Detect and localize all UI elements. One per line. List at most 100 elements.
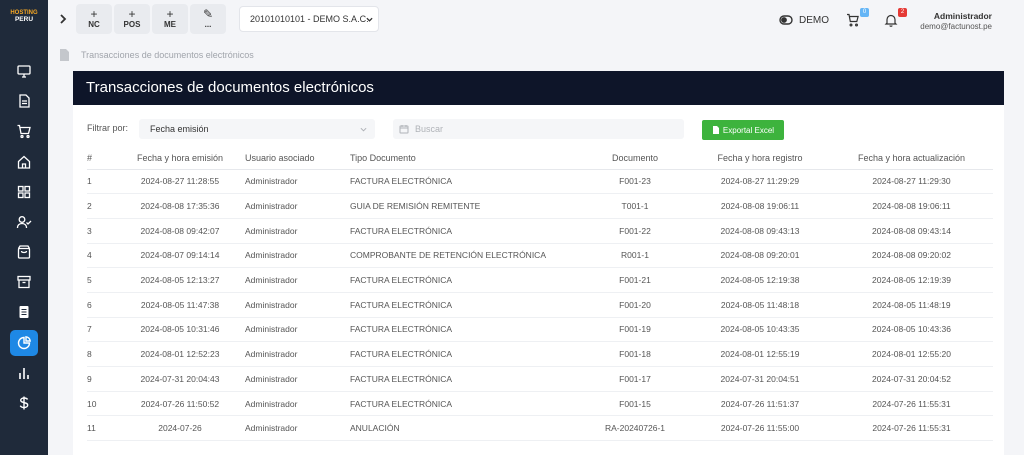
breadcrumb-text: Transacciones de documentos electrónicos xyxy=(81,50,254,60)
sidebar-item-finance[interactable] xyxy=(10,390,38,416)
cell-number: 7 xyxy=(87,317,115,343)
document-icon xyxy=(19,94,30,108)
cell-issue-date: 2024-08-05 10:31:46 xyxy=(115,317,245,343)
chevron-down-icon xyxy=(366,17,373,22)
demo-label: DEMO xyxy=(799,14,829,26)
cell-issue-date: 2024-08-27 11:28:55 xyxy=(115,169,245,195)
sidebar-item-catalog[interactable] xyxy=(10,179,38,205)
cell-number: 1 xyxy=(87,169,115,195)
sidebar-item-home[interactable] xyxy=(10,149,38,175)
filter-select[interactable]: Fecha emisión xyxy=(139,119,375,139)
cell-doc-type: FACTURA ELECTRÓNICA xyxy=(350,292,580,318)
export-excel-label: Exportal Excel xyxy=(722,125,775,135)
filter-selected-value: Fecha emisión xyxy=(150,124,209,134)
cell-document: R001-1 xyxy=(580,243,690,269)
table-row[interactable]: 9 2024-07-31 20:04:43 Administrador FACT… xyxy=(87,366,993,392)
cell-updated: 2024-07-31 20:04:52 xyxy=(830,366,993,392)
new-me-button[interactable]: + ME xyxy=(152,4,188,34)
cell-doc-type: FACTURA ELECTRÓNICA xyxy=(350,169,580,195)
chevron-right-icon[interactable] xyxy=(56,12,70,26)
new-credit-note-button[interactable]: + NC xyxy=(76,4,112,34)
export-excel-button[interactable]: Exportal Excel xyxy=(702,120,784,140)
plus-icon: + xyxy=(128,7,136,21)
home-icon xyxy=(17,155,31,169)
toggle-icon xyxy=(779,15,793,25)
column-header-registered: Fecha y hora registro xyxy=(690,147,830,170)
user-menu[interactable]: Administrador demo@factunost.pe xyxy=(920,11,992,31)
transactions-card: Transacciones de documentos electrónicos… xyxy=(73,71,1004,455)
cell-number: 8 xyxy=(87,341,115,367)
file-excel-icon xyxy=(712,126,719,134)
user-name: Administrador xyxy=(933,11,992,21)
brand-logo[interactable]: HOSTING PERU xyxy=(4,10,44,32)
monitor-icon xyxy=(17,65,31,78)
table-row[interactable]: 2 2024-08-08 17:35:36 Administrador GUIA… xyxy=(87,193,993,219)
cell-user: Administrador xyxy=(245,391,350,417)
column-header-user: Usuario asociado xyxy=(245,147,350,170)
cell-document: F001-18 xyxy=(580,341,690,367)
chevron-down-icon xyxy=(360,127,367,132)
calendar-icon xyxy=(399,125,409,134)
table-row[interactable]: 5 2024-08-05 12:13:27 Administrador FACT… xyxy=(87,267,993,293)
cell-user: Administrador xyxy=(245,193,350,219)
bar-chart-icon xyxy=(19,368,29,379)
cell-number: 11 xyxy=(87,415,115,442)
cart-icon[interactable] xyxy=(846,13,860,27)
sidebar-item-dashboard[interactable] xyxy=(10,58,38,84)
cell-user: Administrador xyxy=(245,415,350,442)
sidebar-item-statistics[interactable] xyxy=(10,360,38,386)
transactions-table: # Fecha y hora emisión Usuario asociado … xyxy=(87,147,993,442)
cell-registered: 2024-08-05 10:43:35 xyxy=(690,317,830,343)
cell-registered: 2024-08-08 09:20:01 xyxy=(690,243,830,269)
sidebar-item-documents[interactable] xyxy=(10,88,38,114)
column-header-doc-type: Tipo Documento xyxy=(350,147,580,170)
card-header: Transacciones de documentos electrónicos xyxy=(73,71,1004,105)
search-input[interactable] xyxy=(415,119,675,139)
cell-number: 6 xyxy=(87,292,115,318)
cell-registered: 2024-07-26 11:55:00 xyxy=(690,415,830,442)
table-row[interactable]: 1 2024-08-27 11:28:55 Administrador FACT… xyxy=(87,169,993,195)
sidebar-item-clients[interactable] xyxy=(10,209,38,235)
cell-registered: 2024-08-08 09:43:13 xyxy=(690,218,830,244)
new-pos-button[interactable]: + POS xyxy=(114,4,150,34)
cell-issue-date: 2024-07-26 xyxy=(115,415,245,442)
cell-number: 4 xyxy=(87,243,115,269)
cell-updated: 2024-08-08 19:06:11 xyxy=(830,193,993,219)
table-row[interactable]: 6 2024-08-05 11:47:38 Administrador FACT… xyxy=(87,292,993,318)
filter-label: Filtrar por: xyxy=(87,123,129,133)
table-row[interactable]: 3 2024-08-08 09:42:07 Administrador FACT… xyxy=(87,218,993,244)
cell-number: 5 xyxy=(87,267,115,293)
table-row[interactable]: 11 2024-07-26 Administrador ANULACIÓN RA… xyxy=(87,415,993,442)
column-header-document: Documento xyxy=(580,147,690,170)
bag-icon xyxy=(17,245,31,259)
company-selector[interactable]: 20101010101 - DEMO S.A.C. xyxy=(239,6,379,32)
cell-issue-date: 2024-08-07 09:14:14 xyxy=(115,243,245,269)
cell-doc-type: FACTURA ELECTRÓNICA xyxy=(350,341,580,367)
cell-issue-date: 2024-08-08 09:42:07 xyxy=(115,218,245,244)
demo-mode-toggle[interactable]: DEMO xyxy=(779,13,829,27)
cart-badge: 0 xyxy=(860,8,869,17)
cell-document: F001-19 xyxy=(580,317,690,343)
sidebar-item-transactions[interactable] xyxy=(10,330,38,356)
notification-badge: 2 xyxy=(898,8,907,17)
button-label: NC xyxy=(88,20,100,29)
cell-issue-date: 2024-08-05 12:13:27 xyxy=(115,267,245,293)
cell-updated: 2024-08-08 09:43:14 xyxy=(830,218,993,244)
cell-user: Administrador xyxy=(245,267,350,293)
sidebar-item-reports[interactable] xyxy=(10,299,38,325)
table-row[interactable]: 4 2024-08-07 09:14:14 Administrador COMP… xyxy=(87,243,993,269)
table-row[interactable]: 7 2024-08-05 10:31:46 Administrador FACT… xyxy=(87,317,993,343)
table-row[interactable]: 10 2024-07-26 11:50:52 Administrador FAC… xyxy=(87,391,993,417)
cell-user: Administrador xyxy=(245,292,350,318)
cell-updated: 2024-08-08 09:20:02 xyxy=(830,243,993,269)
more-shortcuts-button[interactable]: ✎ ... xyxy=(190,4,226,34)
cell-registered: 2024-08-08 19:06:11 xyxy=(690,193,830,219)
sidebar-item-purchases[interactable] xyxy=(10,239,38,265)
bell-icon[interactable] xyxy=(884,13,898,27)
sidebar-item-inventory[interactable] xyxy=(10,269,38,295)
sidebar-item-sales[interactable] xyxy=(10,118,38,144)
table-row[interactable]: 8 2024-08-01 12:52:23 Administrador FACT… xyxy=(87,341,993,367)
cell-user: Administrador xyxy=(245,243,350,269)
document-icon xyxy=(60,49,69,61)
cell-user: Administrador xyxy=(245,341,350,367)
